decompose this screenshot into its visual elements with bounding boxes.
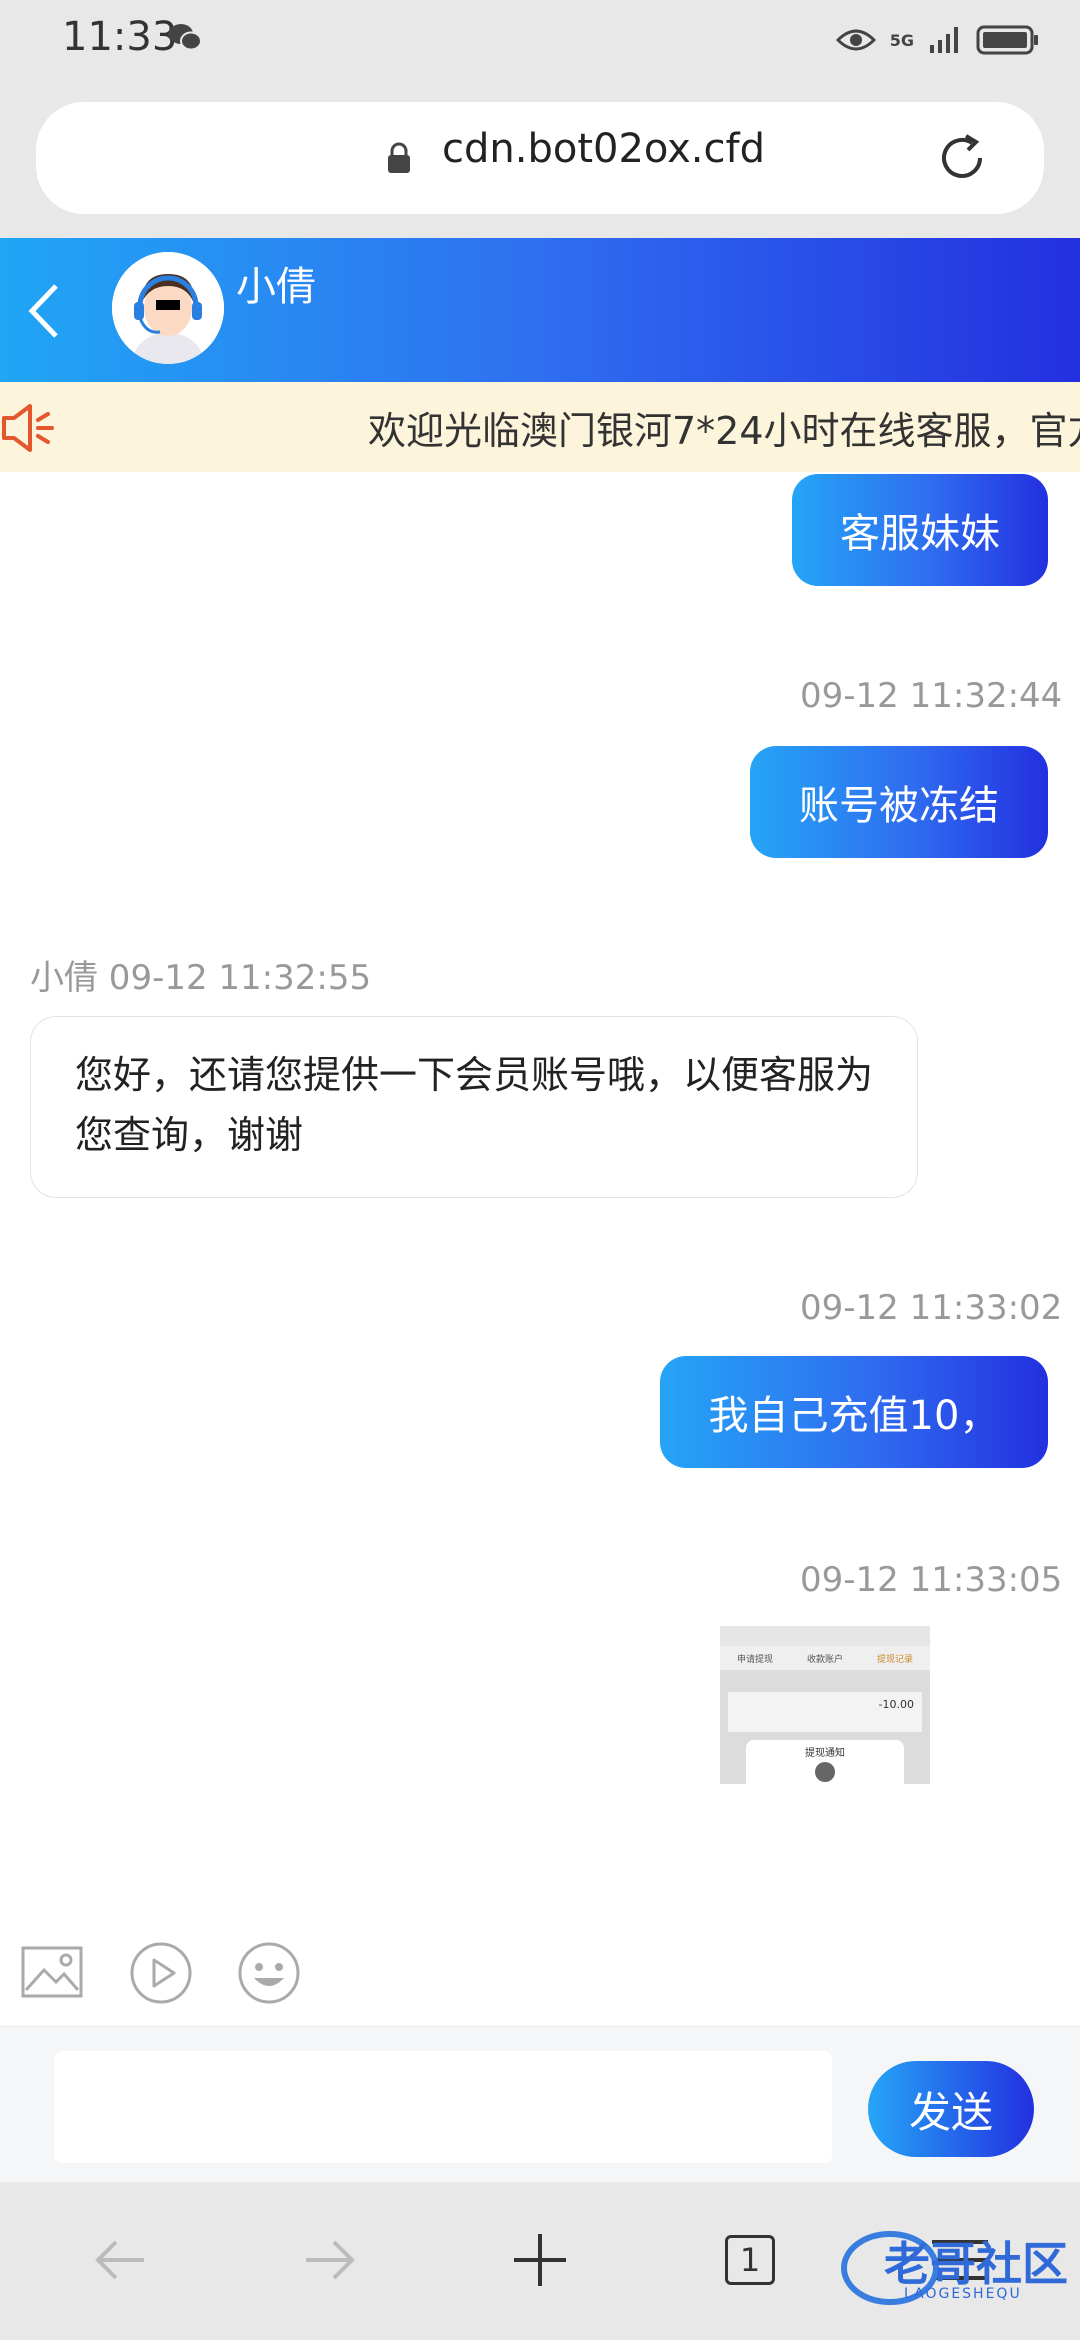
right-arrow-icon (306, 2240, 355, 2280)
new-tab-button[interactable] (500, 2220, 580, 2300)
thumb-tab: 提现记录 (876, 1654, 913, 1665)
message-input[interactable] (54, 2051, 832, 2163)
url-text: cdn.bot02ox.cfd (442, 126, 765, 172)
outgoing-message: 我自己充值10， (660, 1356, 1048, 1468)
wechat-icon (169, 24, 202, 51)
agent-name: 小倩 (236, 264, 316, 310)
send-button[interactable]: 发送 (868, 2061, 1034, 2157)
thumb-tabs: 申请提现 收款账户 提现记录 (720, 1646, 930, 1670)
lock-icon (388, 142, 410, 173)
tab-count: 1 (739, 2241, 761, 2279)
tabs-button[interactable]: 1 (710, 2220, 790, 2300)
image-picker-icon[interactable] (20, 1940, 86, 2006)
left-arrow-icon (95, 2240, 144, 2280)
thumb-record: -10.00 (728, 1692, 922, 1732)
notice-bar: 欢迎光临澳门银河7*24小时在线客服，官方 (0, 382, 1080, 472)
thumb-tab: 申请提现 (736, 1654, 773, 1665)
browser-toolbar: cdn.bot02ox.cfd (0, 80, 1080, 238)
message-text: 客服妹妹 (840, 511, 1000, 557)
video-picker-icon[interactable] (128, 1940, 194, 2006)
message-text: 账号被冻结 (799, 783, 999, 829)
outgoing-message: 客服妹妹 (792, 474, 1048, 586)
message-sender-time: 小倩 09-12 11:32:55 (30, 958, 372, 998)
chat-header: 小倩 (0, 238, 1080, 382)
agent-avatar-icon (112, 252, 224, 364)
status-bar: 11:33 5G (0, 0, 1080, 80)
tab-count-box: 1 (725, 2235, 775, 2285)
thumb-dialog-title: 提现通知 (805, 1748, 845, 1759)
megaphone-icon (2, 404, 54, 452)
status-indicators: 5G (835, 18, 1040, 62)
back-arrow-icon[interactable] (22, 280, 66, 342)
message-timestamp: 09-12 11:32:44 (800, 676, 1063, 716)
agent-avatar (112, 252, 224, 364)
watermark-subtext: LAOGESHEQU (904, 2286, 1022, 2302)
message-timestamp: 09-12 11:33:02 (800, 1288, 1063, 1328)
network-type: 5G (889, 30, 914, 50)
emoji-icon[interactable] (236, 1940, 302, 2006)
address-bar[interactable]: cdn.bot02ox.cfd (36, 102, 1044, 214)
thumb-dialog: 提现通知 (746, 1740, 904, 1784)
message-text: 您好，还请您提供一下会员账号哦，以便客服为您查询，谢谢 (75, 1053, 874, 1157)
message-text: 我自己充值10， (708, 1393, 1000, 1439)
plus-icon (514, 2234, 566, 2286)
thumb-amount: -10.00 (878, 1698, 914, 1711)
incoming-message: 您好，还请您提供一下会员账号哦，以便客服为您查询，谢谢 (30, 1016, 918, 1198)
signal-icon (930, 27, 958, 53)
composer: 发送 (0, 2026, 1080, 2183)
status-time: 11:33 (62, 14, 178, 60)
eye-icon (835, 29, 876, 51)
reload-icon[interactable] (932, 128, 992, 188)
browser-nav-bar: 1 老哥社区 LAOGESHEQU (0, 2182, 1080, 2340)
back-button[interactable] (80, 2220, 160, 2300)
image-message-thumbnail[interactable]: 申请提现 收款账户 提现记录 -10.00 提现通知 (720, 1626, 930, 1784)
watermark-text: 老哥社区 (884, 2237, 1068, 2291)
forward-button[interactable] (290, 2220, 370, 2300)
notice-text: 欢迎光临澳门银河7*24小时在线客服，官方 (368, 409, 1080, 453)
thumb-alert-icon (815, 1762, 835, 1782)
thumb-tab: 收款账户 (806, 1654, 843, 1665)
outgoing-message: 账号被冻结 (750, 746, 1048, 858)
watermark-logo: 老哥社区 LAOGESHEQU (840, 2222, 1070, 2308)
message-timestamp: 09-12 11:33:05 (800, 1560, 1063, 1600)
battery-icon (976, 25, 1038, 55)
